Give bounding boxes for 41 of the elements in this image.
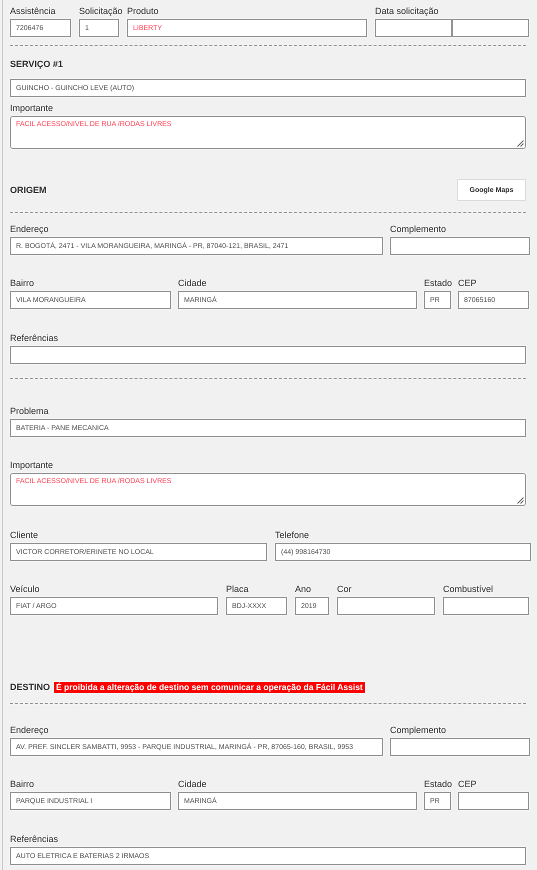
field-label: Ano [295, 583, 312, 595]
section-title: DESTINO [10, 681, 50, 693]
field-label: Veículo [10, 583, 41, 595]
field-label: Estado [424, 277, 451, 289]
text-field[interactable] [390, 738, 530, 756]
text-field[interactable] [443, 597, 529, 615]
field-label: CEP [458, 778, 478, 790]
field-label: Assistência [10, 5, 57, 17]
text-field[interactable] [390, 237, 530, 255]
field-label: Telefone [275, 529, 310, 541]
resize-grip-icon[interactable] [517, 497, 524, 504]
field-label: Importante [10, 459, 54, 471]
field-label: Endereço [10, 724, 50, 736]
field-label: Cidade [178, 277, 208, 289]
field-label: Referências [10, 332, 60, 344]
field-label: Importante [10, 102, 54, 114]
field-label: Estado [424, 778, 451, 790]
field-label: Problema [10, 405, 50, 417]
field-label: Produto [127, 5, 160, 17]
field-label: Cliente [10, 529, 40, 541]
field-label: Bairro [10, 778, 36, 790]
field-label: Complemento [390, 724, 448, 736]
field-label: Cidade [178, 778, 208, 790]
text-field[interactable] [337, 597, 435, 615]
text-field[interactable] [452, 19, 529, 37]
text-field[interactable] [10, 346, 526, 364]
text-field[interactable] [458, 792, 529, 810]
field-label: Combustível [443, 583, 494, 595]
text-field[interactable] [375, 19, 452, 37]
field-label: CEP [458, 277, 478, 289]
field-label: Placa [226, 583, 250, 595]
field-label: Endereço [10, 223, 50, 235]
field-label: Referências [10, 833, 60, 845]
field-label: Complemento [390, 223, 448, 235]
field-label: Cor [337, 583, 353, 595]
field-label: Data solicitação [375, 5, 440, 17]
warning-banner: É proibida a alteração de destino sem comunicar a operação da Fácil Assist [54, 682, 365, 692]
section-title: SERVIÇO #1 [10, 58, 63, 70]
field-label: Bairro [10, 277, 36, 289]
section-title: ORIGEM [10, 184, 47, 196]
resize-grip-icon[interactable] [517, 140, 524, 147]
